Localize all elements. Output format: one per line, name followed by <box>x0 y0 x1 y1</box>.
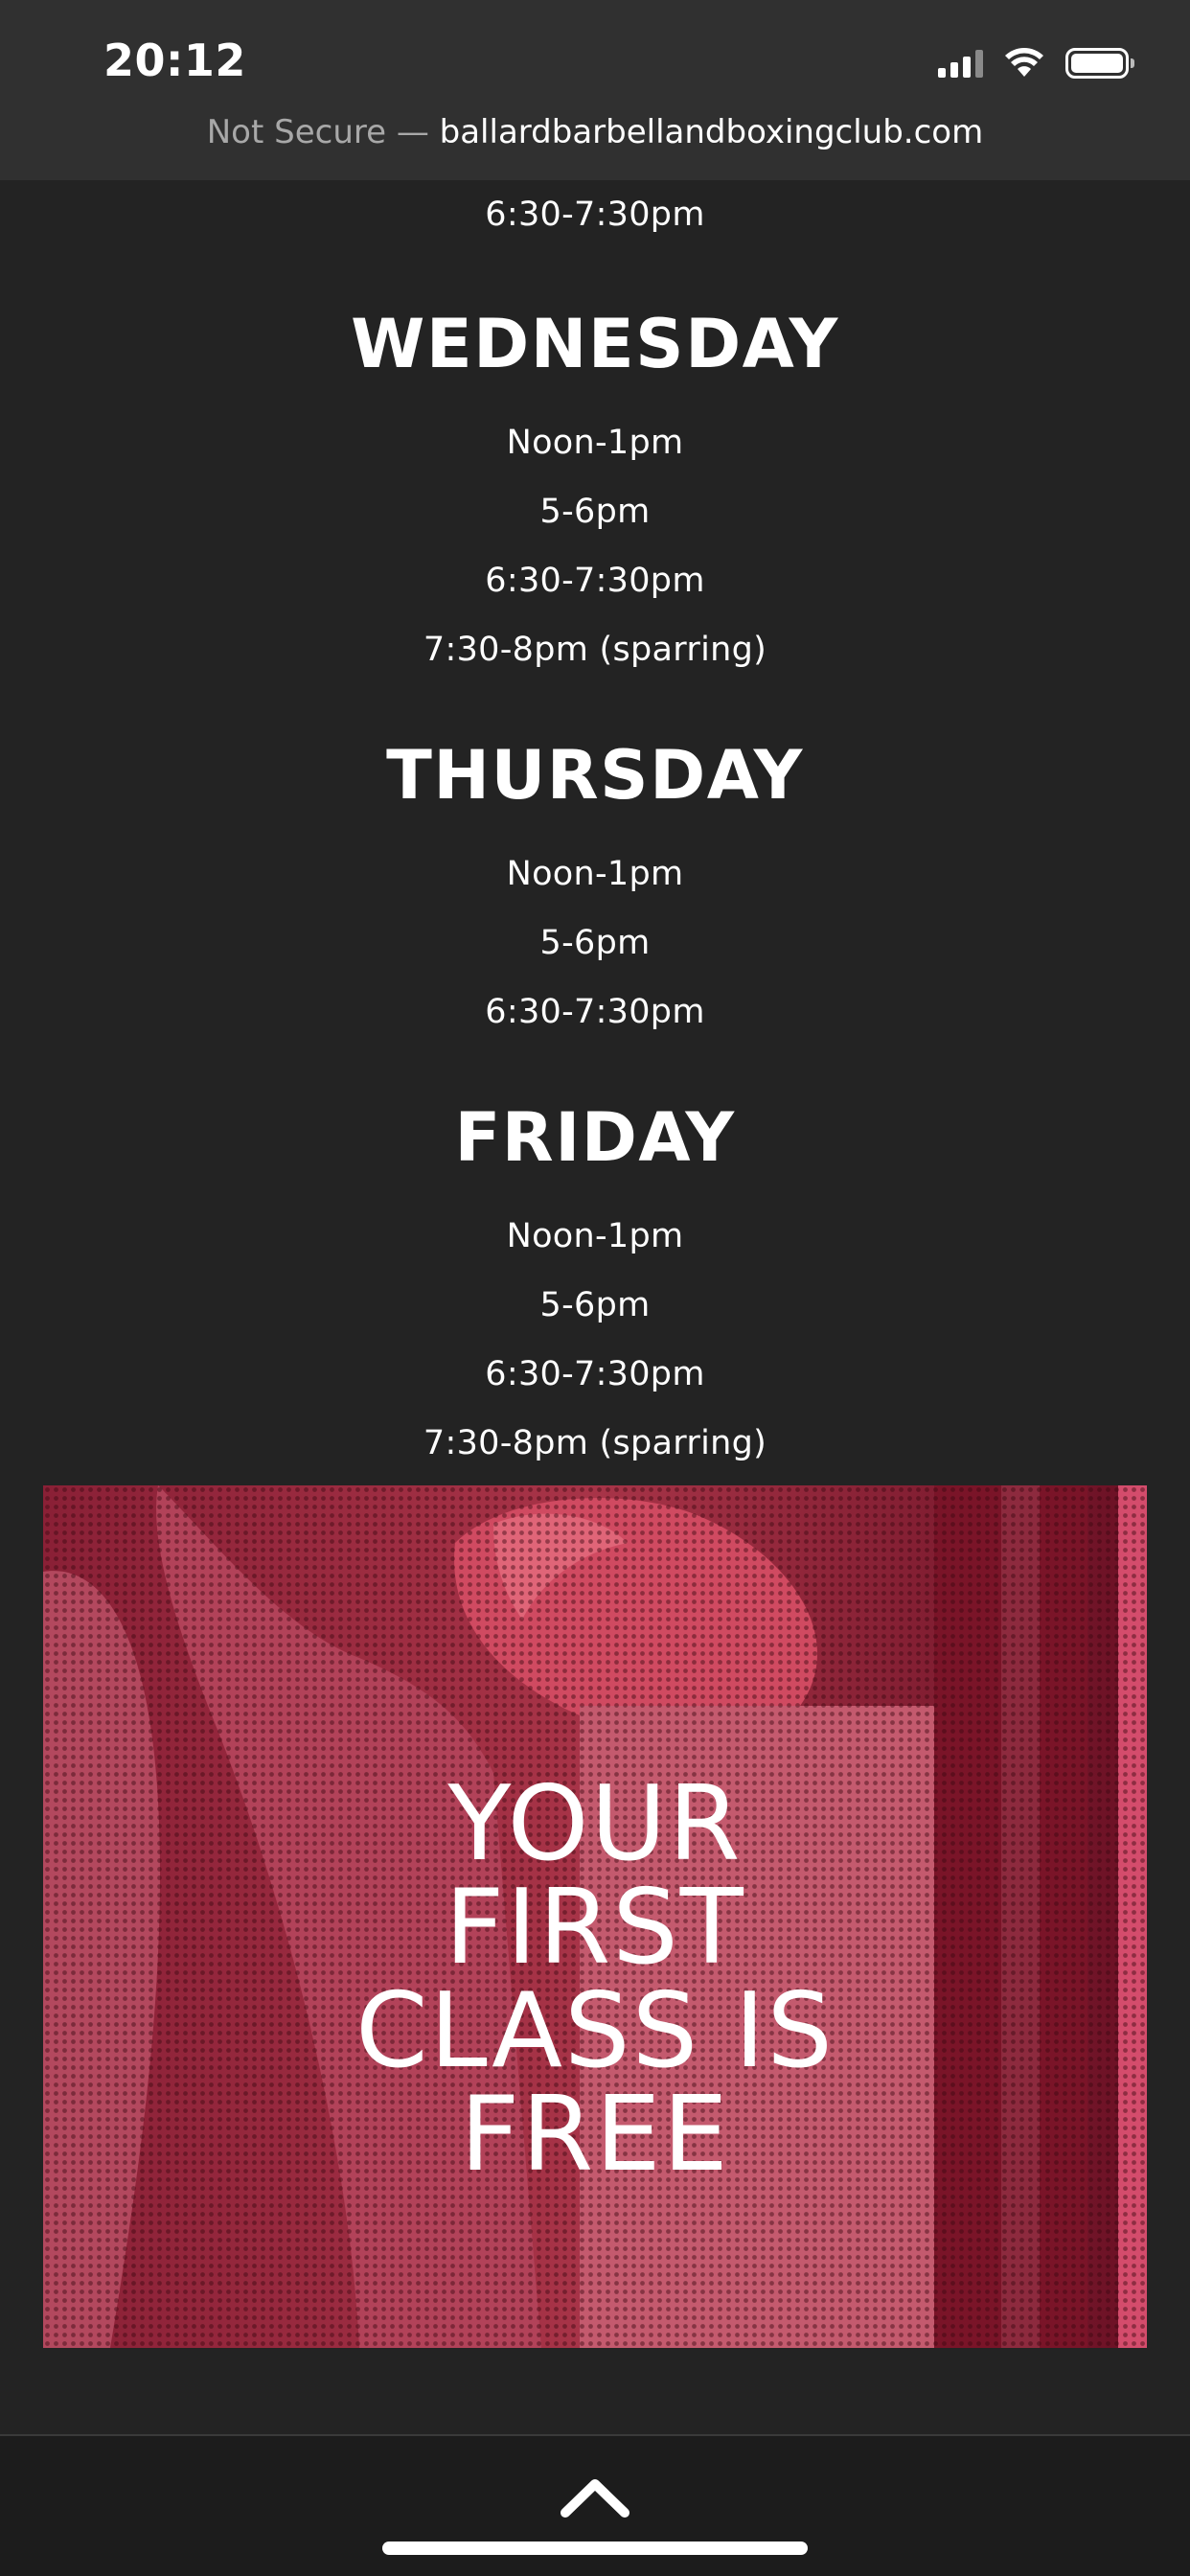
cellular-signal-icon <box>938 49 983 78</box>
free-class-banner[interactable]: YOUR FIRST CLASS IS FREE <box>43 1485 1147 2348</box>
headline-line: FREE <box>460 2075 730 2195</box>
url-domain: ballardbarbellandboxingclub.com <box>439 113 984 151</box>
browser-top-bar: 20:12 Not Secure — ballardbarbellandboxi… <box>0 0 1190 180</box>
day-heading-wednesday: WEDNESDAY <box>351 305 839 383</box>
time-slot: 6:30-7:30pm <box>485 562 705 600</box>
time-slot: 5-6pm <box>539 493 651 531</box>
home-indicator[interactable] <box>382 2542 808 2555</box>
chevron-up-icon[interactable] <box>558 2474 632 2520</box>
time-slot: 5-6pm <box>539 924 651 962</box>
status-time: 20:12 <box>103 34 246 86</box>
time-slot: Noon-1pm <box>506 1217 684 1255</box>
status-icons <box>938 44 1134 82</box>
time-slot: Noon-1pm <box>506 855 684 893</box>
headline-line: CLASS IS <box>355 1971 835 2091</box>
phone-screen: 20:12 Not Secure — ballardbarbellandboxi… <box>0 0 1190 2576</box>
time-slot: Noon-1pm <box>506 424 684 462</box>
headline-line: FIRST <box>445 1868 745 1988</box>
address-bar[interactable]: Not Secure — ballardbarbellandboxingclub… <box>0 113 1190 151</box>
day-heading-friday: FRIDAY <box>454 1098 736 1177</box>
security-label: Not Secure — <box>206 113 429 151</box>
browser-bottom-bar <box>0 2434 1190 2576</box>
time-slot: 7:30-8pm (sparring) <box>423 1424 767 1462</box>
battery-icon <box>1065 48 1134 79</box>
time-slot: 5-6pm <box>539 1286 651 1324</box>
free-class-headline: YOUR FIRST CLASS IS FREE <box>43 1773 1147 2187</box>
day-heading-thursday: THURSDAY <box>386 736 804 815</box>
time-slot: 6:30-7:30pm <box>485 993 705 1031</box>
headline-line: YOUR <box>447 1764 743 1884</box>
time-slot: 6:30-7:30pm <box>485 1355 705 1393</box>
wifi-icon <box>1005 48 1043 77</box>
time-slot: 6:30-7:30pm <box>485 196 705 234</box>
time-slot: 7:30-8pm (sparring) <box>423 631 767 669</box>
